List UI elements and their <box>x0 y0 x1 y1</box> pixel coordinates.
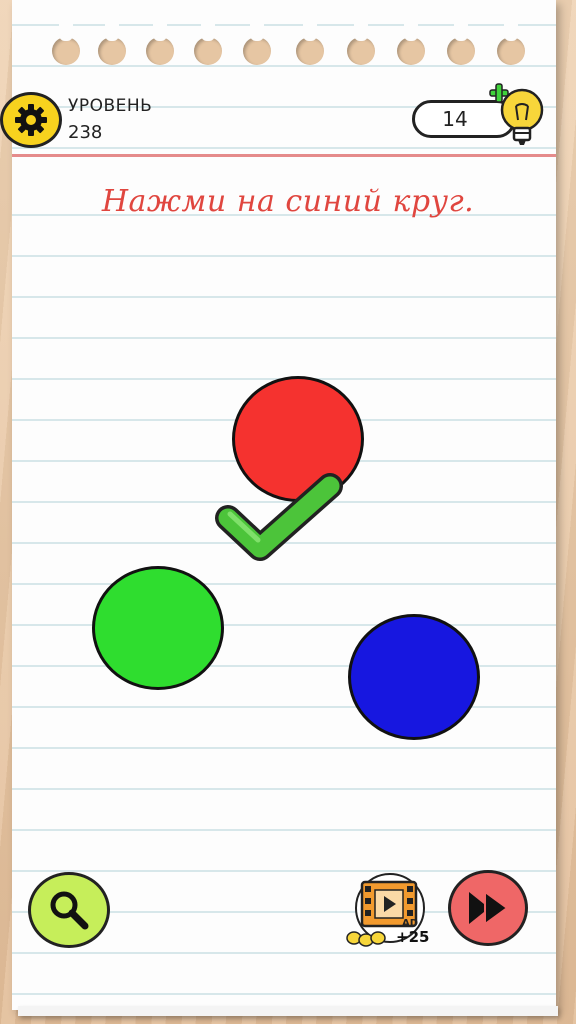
question-text: Нажми на синий круг. <box>101 184 475 219</box>
binding-hole <box>98 0 126 65</box>
binding-hole <box>497 0 525 65</box>
binding-hole <box>296 0 324 65</box>
video-bonus-label: +25 <box>396 928 430 946</box>
binding-hole <box>447 0 475 65</box>
lightbulb-plus-icon[interactable] <box>488 80 552 152</box>
skip-button[interactable] <box>448 870 528 946</box>
spiral-binding-holes <box>0 0 576 80</box>
checkmark-icon <box>215 473 343 561</box>
level-number: 238 <box>68 122 103 143</box>
green-circle[interactable] <box>92 566 224 690</box>
fast-forward-icon <box>469 890 509 926</box>
settings-button[interactable] <box>0 92 62 148</box>
binding-hole <box>347 0 375 65</box>
binding-hole <box>397 0 425 65</box>
binding-hole <box>194 0 222 65</box>
magnifier-icon <box>50 891 89 930</box>
blue-circle[interactable] <box>348 614 480 740</box>
binding-hole <box>146 0 174 65</box>
level-label: УРОВЕНЬ <box>68 96 153 116</box>
gear-icon <box>15 104 47 136</box>
paper-stack-edge <box>18 1006 558 1016</box>
search-button[interactable] <box>28 872 110 948</box>
header-divider <box>12 154 556 157</box>
binding-hole <box>52 0 80 65</box>
binding-hole <box>243 0 271 65</box>
hints-count: 14 <box>442 107 468 131</box>
